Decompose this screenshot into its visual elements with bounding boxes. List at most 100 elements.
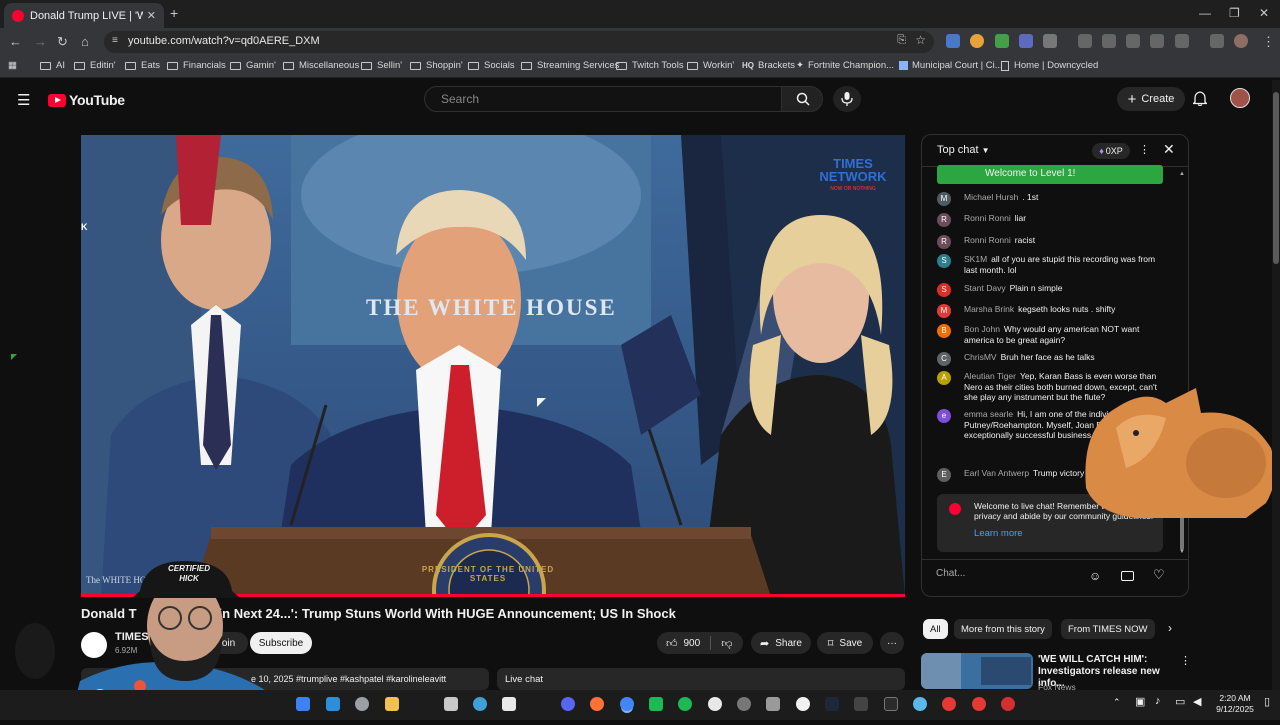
search-button[interactable] (781, 86, 823, 112)
reload-icon[interactable]: ↻ (57, 34, 68, 50)
extension-icon[interactable] (946, 34, 960, 48)
tray-overflow-icon[interactable]: ⌃ (1113, 697, 1121, 708)
taskbar-app-icon[interactable] (502, 697, 516, 711)
steam-icon[interactable] (825, 697, 839, 711)
spotify-icon[interactable] (678, 697, 692, 711)
settings-icon[interactable] (355, 697, 369, 711)
bookmark-folder[interactable]: Miscellaneous (283, 60, 359, 71)
related-more-icon[interactable]: ⋮ (1180, 654, 1191, 667)
home-icon[interactable]: ⌂ (81, 34, 89, 49)
bookmark-link[interactable]: HQ Brackets (742, 60, 795, 71)
install-app-icon[interactable]: ⎘ (897, 34, 906, 47)
save-button[interactable]: ⌑ Save (817, 632, 873, 654)
volume-icon[interactable]: ◀ (1193, 695, 1201, 708)
notification-center-icon[interactable]: ▯ (1264, 695, 1270, 708)
bookmark-link[interactable]: Municipal Court | Ci... (899, 60, 1003, 71)
extension-icon[interactable] (995, 34, 1009, 48)
taskbar-app-icon[interactable] (708, 697, 722, 711)
bookmark-link[interactable]: ✦ Fortnite Champion... (796, 60, 894, 71)
chevron-right-icon[interactable]: › (1168, 621, 1172, 635)
bookmark-link[interactable]: Home | Downcycled (1001, 60, 1098, 71)
sidepanel-icon[interactable] (1175, 34, 1189, 48)
extension-icon[interactable] (1078, 34, 1092, 48)
taskbar-app-icon[interactable] (326, 697, 340, 711)
share-button[interactable]: ➦ Share (751, 632, 811, 654)
taskbar-clock[interactable]: 2:20 AM 9/12/2025 (1213, 693, 1257, 715)
network-icon[interactable]: ▭ (1175, 695, 1185, 708)
dislike-button[interactable]: 👎︎ (721, 637, 732, 650)
taskbar-app-icon[interactable] (942, 697, 956, 711)
chat-more-icon[interactable]: ⋮ (1139, 143, 1150, 156)
taskbar-app-icon[interactable] (766, 697, 780, 711)
bookmark-folder[interactable]: Gamin' (230, 60, 276, 71)
voice-search-button[interactable] (833, 86, 861, 112)
address-bar[interactable]: ≡ youtube.com/watch?v=qd0AERE_DXM ⎘ ☆ (104, 31, 934, 53)
bookmark-folder[interactable]: Eats (125, 60, 160, 71)
browser-menu-icon[interactable]: ⋮ (1262, 34, 1275, 50)
epic-games-icon[interactable] (854, 697, 868, 711)
taskbar-app-icon[interactable] (1001, 697, 1015, 711)
taskbar-app-icon[interactable] (444, 697, 458, 711)
taskbar-app-icon[interactable] (913, 697, 927, 711)
firefox-icon[interactable] (590, 697, 604, 711)
bookmark-folder[interactable]: Twitch Tools (616, 60, 684, 71)
forward-icon[interactable]: → (34, 34, 47, 49)
chat-mode-dropdown[interactable]: Top chat ▼ (937, 144, 990, 156)
taskbar-app-icon[interactable] (972, 697, 986, 711)
bookmark-folder[interactable]: Workin' (687, 60, 734, 71)
chip-more-from-story[interactable]: More from this story (954, 619, 1052, 639)
taskbar-app-icon[interactable] (473, 697, 487, 711)
more-actions-button[interactable]: ··· (880, 632, 904, 654)
close-tab-icon[interactable]: ✕ (147, 9, 156, 22)
points-badge[interactable]: ♦ 0XP (1092, 143, 1130, 159)
bookmark-folder[interactable]: Editin' (74, 60, 116, 71)
chip-from-times-now[interactable]: From TIMES NOW (1061, 619, 1155, 639)
close-chat-icon[interactable]: ✕ (1163, 141, 1175, 158)
discord-icon[interactable] (561, 697, 575, 711)
terminal-icon[interactable] (884, 697, 898, 711)
super-chat-icon[interactable] (1121, 571, 1134, 581)
extension-icon[interactable] (970, 34, 984, 48)
chrome-icon[interactable] (620, 697, 634, 711)
youtube-logo[interactable]: YouTube (48, 92, 125, 108)
new-tab-icon[interactable]: + (170, 5, 178, 21)
trash-icon[interactable] (1102, 34, 1116, 48)
reading-list-icon[interactable] (1210, 34, 1224, 48)
taskbar-app-icon[interactable] (649, 697, 663, 711)
bookmark-folder[interactable]: Shoppin' (410, 60, 463, 71)
create-button[interactable]: + Create (1117, 87, 1185, 111)
chip-all[interactable]: All (923, 619, 948, 639)
bookmark-folder[interactable]: Financials (167, 60, 226, 71)
file-explorer-icon[interactable] (385, 697, 399, 711)
back-icon[interactable]: ← (9, 34, 22, 49)
maximize-icon[interactable]: ❐ (1229, 6, 1240, 20)
close-window-icon[interactable]: ✕ (1259, 6, 1269, 20)
like-button[interactable]: 👍︎ 900 (666, 637, 700, 650)
obs-icon[interactable] (796, 697, 810, 711)
extensions-puzzle-icon[interactable] (1043, 34, 1057, 48)
search-input[interactable]: Search (424, 86, 782, 112)
profile-avatar-icon[interactable] (1234, 34, 1248, 48)
site-info-icon[interactable]: ≡ (112, 35, 118, 46)
taskbar-app-icon[interactable] (296, 697, 310, 711)
emoji-icon[interactable]: ☺ (1089, 569, 1101, 583)
bookmark-star-icon[interactable]: ☆ (915, 33, 926, 47)
minimize-icon[interactable]: — (1199, 6, 1211, 20)
microphone-tray-icon[interactable]: ♪ (1155, 695, 1161, 707)
browser-tab[interactable]: Donald Trump LIVE | 'Withi... ✕ (4, 3, 164, 28)
scroll-down-icon[interactable]: ▼ (1179, 549, 1185, 555)
notifications-bell-icon[interactable] (1193, 91, 1207, 106)
bookmark-folder[interactable]: Streaming Services (521, 60, 619, 71)
translate-icon[interactable] (1126, 34, 1140, 48)
bookmark-folder[interactable]: Socials (468, 60, 515, 71)
live-chat-replay-bar[interactable]: Live chat (497, 668, 905, 690)
learn-more-link[interactable]: Learn more (974, 529, 1157, 539)
taskbar-app-icon[interactable] (737, 697, 751, 711)
chat-input[interactable]: Chat... (936, 568, 1076, 579)
hamburger-menu-icon[interactable]: ☰ (17, 91, 30, 109)
bookmark-folder[interactable]: AI (40, 60, 65, 71)
apps-grid-icon[interactable]: ▦ (8, 60, 17, 71)
page-scrollbar-thumb[interactable] (1273, 92, 1279, 264)
scroll-up-icon[interactable]: ▲ (1179, 171, 1185, 177)
tray-app-icon[interactable]: ▣ (1135, 695, 1145, 708)
